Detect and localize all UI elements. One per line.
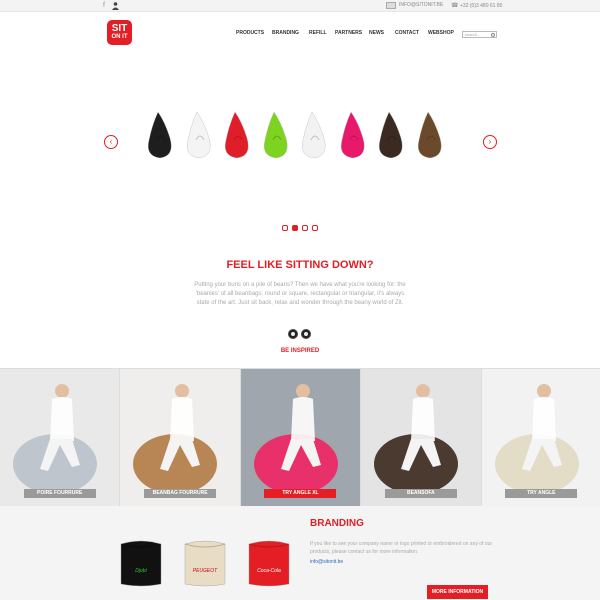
slider-prev-button[interactable]: ‹ xyxy=(104,135,118,149)
nav-refill[interactable]: REFILL xyxy=(309,30,327,36)
beanbag-product-5[interactable] xyxy=(299,110,329,160)
intro-title: FEEL LIKE SITTING DOWN? xyxy=(226,259,374,271)
nav-products[interactable]: PRODUCTS xyxy=(236,30,264,36)
phone-number: +32 (0)3 480 61 80 xyxy=(460,3,503,9)
gallery-label-4[interactable]: BEANSOFA xyxy=(384,489,457,498)
gallery-label-1[interactable]: POIRE FOURRURE xyxy=(23,489,96,498)
beanbag-product-4[interactable] xyxy=(261,110,291,160)
gallery-label-3[interactable]: TRY ANGLE XL xyxy=(264,489,337,498)
user-icon[interactable] xyxy=(112,2,119,10)
search-icon[interactable] xyxy=(491,33,495,37)
slider-next-button[interactable]: › xyxy=(483,135,497,149)
branding-section: Djobi PEUGEOT Coca-Cola BRANDING If you li… xyxy=(0,506,600,600)
gallery-label-2[interactable]: BEANBAG FOURRURE xyxy=(144,489,217,498)
branding-title: BRANDING xyxy=(310,518,364,529)
more-information-button[interactable]: MORE INFORMATION xyxy=(427,585,488,599)
facebook-icon[interactable]: f xyxy=(103,2,105,9)
slider-dot-2[interactable] xyxy=(292,225,298,231)
gallery-tile[interactable]: POIRE FOURRURE xyxy=(0,369,121,507)
gallery-photo xyxy=(374,384,459,494)
nav-news[interactable]: NEWS xyxy=(369,30,384,36)
top-bar: f INFO@SITONIT.BE ☎ +32 (0)3 480 61 80 xyxy=(0,0,600,12)
phone-icon: ☎ xyxy=(451,3,459,9)
branded-pouf-2: PEUGEOT xyxy=(184,540,226,587)
site-logo[interactable]: SIT ON IT xyxy=(107,20,132,45)
gallery-tile[interactable]: TRY ANGLE xyxy=(481,369,600,507)
slider-dot-3[interactable] xyxy=(302,225,308,231)
email-link[interactable]: INFO@SITONIT.BE xyxy=(399,2,443,8)
gallery-tile[interactable]: TRY ANGLE XL xyxy=(240,369,362,507)
product-gallery: POIRE FOURRURE BEANBAG FOURRURE TRY ANGLE … xyxy=(0,368,600,507)
search-input[interactable]: search... xyxy=(462,31,497,38)
gallery-photo xyxy=(494,384,579,494)
slider-dot-4[interactable] xyxy=(312,225,318,231)
slider-dot-1[interactable] xyxy=(282,225,288,231)
branding-text: If you like to see your company name or … xyxy=(310,541,493,555)
nav-contact[interactable]: CONTACT xyxy=(395,30,419,36)
nav-branding[interactable]: BRANDING xyxy=(272,30,299,36)
mail-icon xyxy=(386,2,396,9)
beanbag-product-7[interactable] xyxy=(376,110,406,160)
gallery-photo xyxy=(253,384,338,494)
beanbag-product-8[interactable] xyxy=(415,110,445,160)
beanbag-product-6[interactable] xyxy=(338,110,368,160)
be-inspired-link[interactable]: BE INSPIRED xyxy=(0,348,600,354)
nav-partners[interactable]: PARTNERS xyxy=(335,30,362,36)
svg-text:Coca-Cola: Coca-Cola xyxy=(257,568,281,574)
intro-text: Putting your buns on a pile of beans? Th… xyxy=(194,282,406,306)
nav-webshop[interactable]: WEBSHOP xyxy=(428,30,454,36)
beanbag-product-3[interactable] xyxy=(222,110,252,160)
beanbag-product-2[interactable] xyxy=(184,110,214,160)
gallery-photo xyxy=(133,384,218,494)
beanbag-product-1[interactable] xyxy=(145,110,175,160)
gallery-tile[interactable]: BEANSOFA xyxy=(361,369,482,507)
product-slider: ‹ › xyxy=(0,55,600,235)
svg-text:Djobi: Djobi xyxy=(135,568,147,574)
gallery-label-5[interactable]: TRY ANGLE xyxy=(505,489,578,498)
branding-email-link[interactable]: info@sitonit.be xyxy=(310,559,343,565)
svg-text:PEUGEOT: PEUGEOT xyxy=(193,568,218,574)
branded-pouf-3: Coca-Cola xyxy=(248,540,290,587)
gallery-tile[interactable]: BEANBAG FOURRURE xyxy=(120,369,241,507)
branded-pouf-1: Djobi xyxy=(120,540,162,587)
gallery-photo xyxy=(13,384,97,494)
